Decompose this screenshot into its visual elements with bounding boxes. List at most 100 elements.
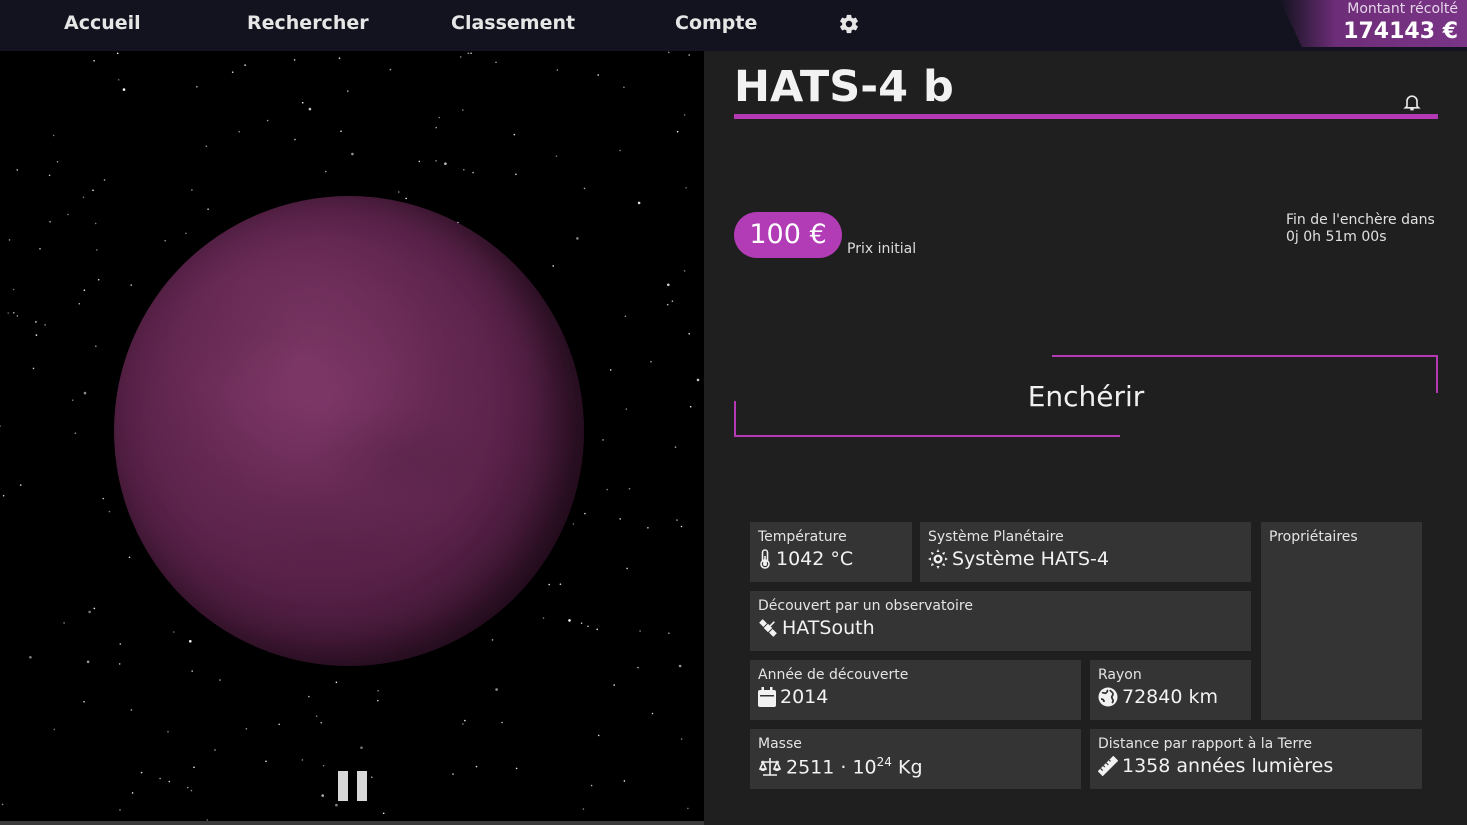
star: [668, 632, 670, 634]
star: [19, 484, 22, 486]
star: [689, 405, 692, 408]
star: [626, 567, 628, 570]
star: [308, 695, 310, 698]
star: [193, 766, 195, 769]
star: [94, 222, 97, 225]
star: [35, 334, 38, 336]
star: [452, 773, 454, 775]
star: [97, 278, 100, 281]
star: [583, 187, 586, 190]
star: [559, 583, 562, 585]
mass-label: Masse: [758, 736, 802, 752]
star: [244, 64, 246, 66]
star: [315, 715, 318, 717]
star: [335, 803, 338, 807]
ruler-icon: [1098, 756, 1118, 776]
star: [322, 764, 325, 767]
auction-end: Fin de l'enchère dans 0j 0h 51m 00s: [1286, 212, 1435, 246]
nav-compte[interactable]: Compte: [675, 12, 757, 34]
nav-rechercher[interactable]: Rechercher: [247, 12, 369, 34]
star: [78, 302, 81, 305]
star: [245, 728, 248, 730]
star: [13, 312, 15, 314]
star: [8, 239, 11, 241]
star: [117, 79, 120, 81]
star: [338, 57, 341, 59]
star: [459, 56, 462, 58]
star: [596, 628, 598, 631]
star: [116, 52, 119, 55]
star: [651, 712, 654, 715]
thermometer-icon: [760, 549, 770, 569]
star: [552, 265, 554, 267]
star: [676, 130, 679, 133]
calendar-icon: [758, 687, 776, 707]
star: [597, 734, 600, 737]
star: [82, 196, 85, 199]
star: [74, 432, 77, 435]
star: [625, 408, 628, 410]
star: [118, 663, 121, 665]
star: [464, 719, 466, 722]
star: [83, 701, 85, 703]
bid-button[interactable]: Enchérir: [734, 372, 1438, 422]
star: [463, 168, 465, 171]
nav-classement[interactable]: Classement: [451, 12, 575, 34]
star: [325, 170, 327, 173]
radius-label: Rayon: [1098, 667, 1142, 683]
star: [666, 303, 669, 306]
star: [556, 69, 559, 71]
star: [266, 119, 269, 122]
star: [83, 391, 87, 395]
star: [582, 808, 585, 810]
star: [2, 494, 5, 497]
gear-icon[interactable]: [838, 13, 860, 35]
star: [294, 138, 296, 141]
pause-icon[interactable]: [338, 771, 368, 801]
star: [467, 52, 470, 55]
star: [606, 488, 608, 491]
nav-accueil[interactable]: Accueil: [64, 12, 141, 34]
star: [320, 721, 323, 724]
satellite-icon: [759, 619, 777, 637]
star: [435, 126, 438, 129]
bell-icon[interactable]: [1402, 92, 1422, 112]
star: [650, 360, 652, 363]
star: [71, 399, 74, 402]
star: [462, 723, 464, 725]
sun-icon: [928, 549, 948, 569]
star: [196, 86, 198, 88]
star: [7, 312, 9, 314]
star: [613, 684, 615, 686]
star: [360, 746, 363, 749]
star: [301, 101, 304, 104]
star: [351, 152, 354, 156]
star: [590, 784, 593, 787]
initial-price-badge: 100 €: [734, 212, 842, 258]
star: [475, 765, 478, 768]
star: [191, 189, 193, 191]
fund-value: 174143 €: [1343, 19, 1458, 44]
star: [637, 666, 639, 669]
star: [491, 639, 494, 641]
star: [347, 90, 349, 92]
star: [53, 728, 56, 731]
star: [674, 446, 677, 448]
star: [35, 321, 37, 323]
star: [501, 721, 503, 724]
scale-icon: [758, 757, 782, 776]
star: [609, 369, 612, 371]
planet-viewer[interactable]: [0, 51, 704, 821]
star: [56, 161, 59, 163]
star: [623, 780, 626, 782]
star: [435, 160, 437, 162]
star: [102, 497, 105, 500]
distance-value: 1358 années lumières: [1122, 755, 1334, 777]
star: [207, 208, 209, 210]
star: [92, 189, 94, 192]
star: [576, 237, 579, 240]
star: [95, 345, 97, 348]
star: [185, 232, 187, 235]
observatory-label: Découvert par un observatoire: [758, 598, 973, 614]
star: [597, 74, 599, 76]
